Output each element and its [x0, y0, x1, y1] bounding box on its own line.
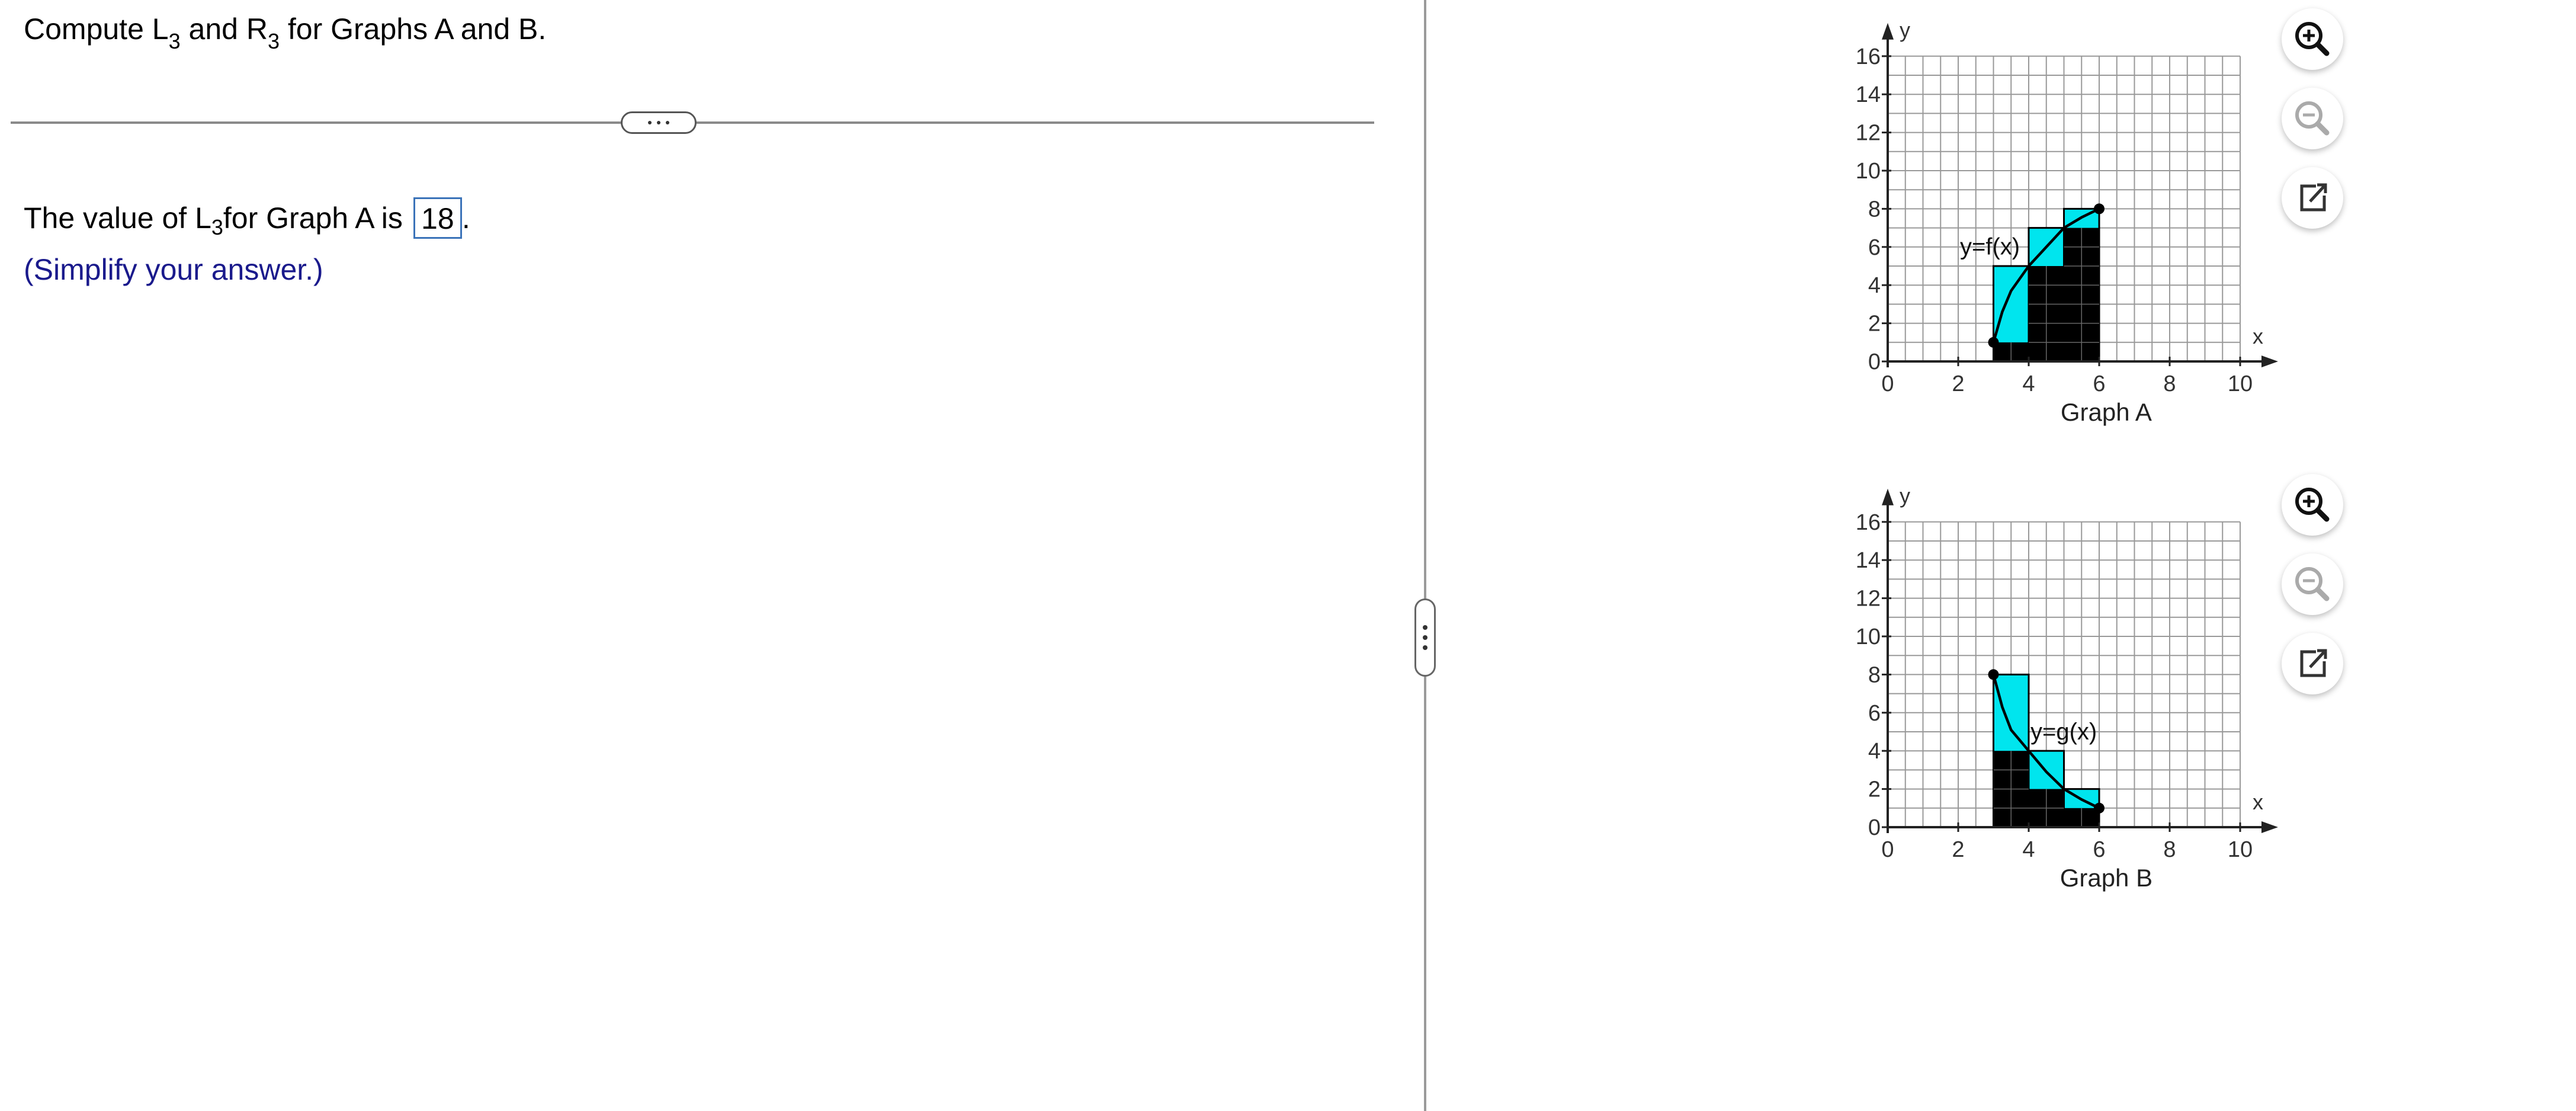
y-tick-label: 0 [1868, 815, 1881, 840]
y-tick-label: 8 [1868, 197, 1881, 222]
y-axis-arrow [1882, 23, 1894, 40]
graph-a: 0 2 4 6 8 10 0 2 4 6 8 10 12 14 16 x y y=f(x) Graph A [1856, 18, 2278, 426]
y-tick-label: 10 [1856, 625, 1881, 649]
dot-icon [1423, 635, 1427, 640]
x-tick-label: 6 [2093, 837, 2105, 862]
y-tick-label: 14 [1856, 548, 1881, 573]
x-tick-label: 4 [2022, 837, 2035, 862]
y-tick-label: 12 [1856, 587, 1881, 611]
y-tick-label: 0 [1868, 350, 1881, 374]
curve-label: y=f(x) [1960, 234, 2020, 260]
y-tick-label: 6 [1868, 235, 1881, 260]
graph-b: 0 2 4 6 8 10 0 2 4 6 8 10 12 14 16 x y y=g(x) Graph B [1856, 484, 2278, 892]
question-part-a: Compute L [24, 12, 169, 46]
question-text: Compute L3 and R3 for Graphs A and B. [24, 8, 546, 53]
zoom-in-icon [2295, 22, 2330, 56]
popout-icon [2300, 649, 2327, 677]
y-tick-label: 12 [1856, 121, 1881, 146]
zoom-out-icon [2295, 567, 2330, 601]
x-tick-label: 10 [2228, 372, 2253, 396]
zoom-out-icon [2295, 101, 2330, 136]
graph-a-zoom-in-button[interactable] [2282, 8, 2343, 70]
x-tick-label: 6 [2093, 372, 2105, 396]
expand-question-button[interactable] [621, 111, 697, 134]
curve-endpoint [2094, 203, 2105, 214]
question-part-c: for Graphs A and B. [279, 12, 547, 46]
graph-b-popout-button[interactable] [2282, 633, 2343, 694]
curve-label: y=g(x) [2030, 719, 2097, 745]
x-tick-label: 2 [1952, 372, 1964, 396]
y-tick-label: 16 [1856, 44, 1881, 69]
x-tick-label: 0 [1881, 372, 1894, 396]
curve-endpoint [2094, 802, 2105, 814]
answer-hint: (Simplify your answer.) [24, 253, 323, 286]
y-tick-label: 2 [1868, 777, 1881, 802]
graph-caption: Graph B [2060, 864, 2152, 892]
y-tick-label: 4 [1868, 739, 1881, 764]
x-tick-label: 0 [1881, 837, 1894, 862]
dot-icon [666, 121, 669, 124]
panel-splitter [1424, 0, 1426, 1111]
graph-b-zoom-in-button[interactable] [2282, 474, 2343, 536]
answer-line: The value of L3 for Graph A is 18. [24, 196, 470, 241]
dot-icon [657, 121, 660, 124]
x-tick-label: 10 [2228, 837, 2253, 862]
question-panel: Compute L3 and R3 for Graphs A and B. Th… [0, 0, 1422, 1111]
y-tick-label: 2 [1868, 312, 1881, 337]
graph-a-zoom-out-button[interactable] [2282, 88, 2343, 149]
x-tick-label: 2 [1952, 837, 1964, 862]
y-axis-label: y [1900, 484, 1910, 508]
graph-caption: Graph A [2061, 398, 2152, 426]
graph-b-zoom-out-button[interactable] [2282, 553, 2343, 615]
answer-mid: for Graph A is [223, 201, 403, 235]
question-subscript-b: 3 [267, 29, 280, 53]
y-tick-label: 16 [1856, 510, 1881, 535]
y-axis-label: y [1900, 18, 1910, 42]
x-tick-label: 4 [2022, 372, 2035, 396]
popout-icon [2300, 183, 2327, 212]
answer-subscript: 3 [211, 215, 223, 239]
dot-icon [1423, 645, 1427, 650]
y-tick-label: 10 [1856, 159, 1881, 184]
graph-a-popout-button[interactable] [2282, 167, 2343, 229]
y-tick-label: 14 [1856, 82, 1881, 107]
x-axis-arrow [2261, 356, 2278, 367]
answer-prefix: The value of L [24, 201, 211, 235]
y-tick-label: 4 [1868, 273, 1881, 298]
x-axis-label: x [2253, 324, 2263, 348]
answer-input[interactable]: 18 [413, 197, 462, 239]
panel-resize-handle[interactable] [1414, 598, 1436, 677]
dot-icon [648, 121, 652, 124]
curve-endpoint [1988, 669, 1999, 680]
y-tick-label: 6 [1868, 701, 1881, 726]
y-axis-arrow [1882, 488, 1894, 505]
zoom-in-icon [2295, 488, 2330, 522]
x-tick-label: 8 [2163, 837, 2176, 862]
curve-endpoint [1988, 337, 1999, 348]
dot-icon [1423, 625, 1427, 630]
answer-suffix: . [461, 201, 470, 235]
x-axis-label: x [2253, 790, 2263, 814]
x-axis-arrow [2261, 821, 2278, 833]
x-tick-label: 8 [2163, 372, 2176, 396]
question-part-b: and R [180, 12, 268, 46]
y-tick-label: 8 [1868, 662, 1881, 687]
question-subscript-a: 3 [168, 29, 181, 53]
